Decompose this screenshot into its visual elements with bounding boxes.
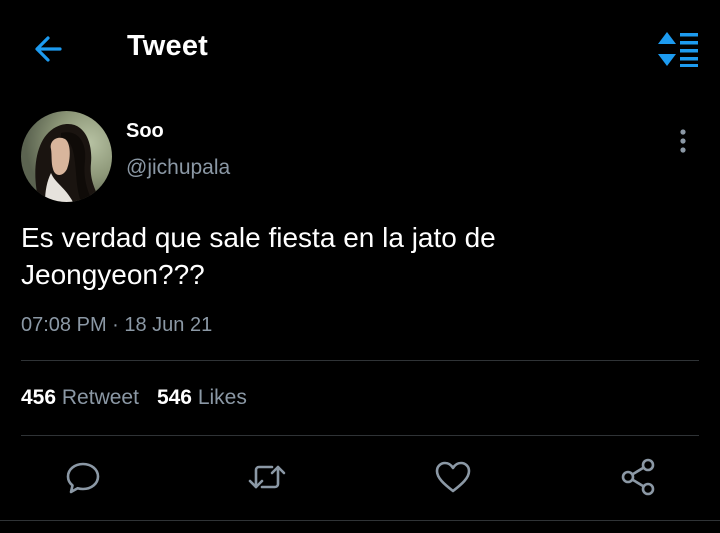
share-icon bbox=[621, 458, 655, 496]
retweet-label: Retweet bbox=[61, 386, 139, 409]
timeline-sort-icon bbox=[658, 32, 698, 67]
avatar[interactable] bbox=[21, 111, 112, 202]
back-button[interactable] bbox=[30, 31, 70, 67]
tweet-text-line-2: Jeongyeon??? bbox=[21, 259, 205, 290]
divider bbox=[21, 360, 699, 361]
reply-icon bbox=[66, 462, 100, 494]
tweet-timestamp: 07:08 PM · 18 Jun 21 bbox=[21, 314, 213, 336]
retweet-stat[interactable]: 456 Retweet bbox=[21, 386, 139, 409]
like-stat[interactable]: 546 Likes bbox=[157, 386, 247, 409]
reply-button[interactable] bbox=[62, 456, 104, 498]
display-name[interactable]: Soo bbox=[126, 120, 164, 143]
retweet-count: 456 bbox=[21, 386, 57, 409]
app-header: Tweet bbox=[0, 0, 720, 98]
arrow-left-icon bbox=[35, 36, 62, 62]
like-button[interactable] bbox=[432, 456, 474, 498]
divider bbox=[21, 435, 699, 436]
heart-icon bbox=[435, 461, 471, 493]
tweet-text-line-1: Es verdad que sale fiesta en la jato de bbox=[21, 222, 496, 253]
page-title: Tweet bbox=[127, 30, 209, 62]
tweet-stats: 456 Retweet 546 Likes bbox=[21, 386, 247, 410]
more-options-button[interactable] bbox=[668, 126, 698, 156]
divider bbox=[0, 520, 720, 521]
retweet-button[interactable] bbox=[246, 456, 288, 498]
profile-photo bbox=[21, 111, 112, 202]
like-label: Likes bbox=[197, 386, 247, 409]
timeline-toggle-button[interactable] bbox=[652, 30, 700, 68]
retweet-icon bbox=[248, 465, 286, 489]
more-vertical-icon bbox=[680, 129, 686, 153]
share-button[interactable] bbox=[617, 456, 659, 498]
user-handle[interactable]: @jichupala bbox=[126, 156, 230, 180]
tweet-text: Es verdad que sale fiesta en la jato de … bbox=[21, 219, 681, 293]
like-count: 546 bbox=[156, 386, 192, 409]
